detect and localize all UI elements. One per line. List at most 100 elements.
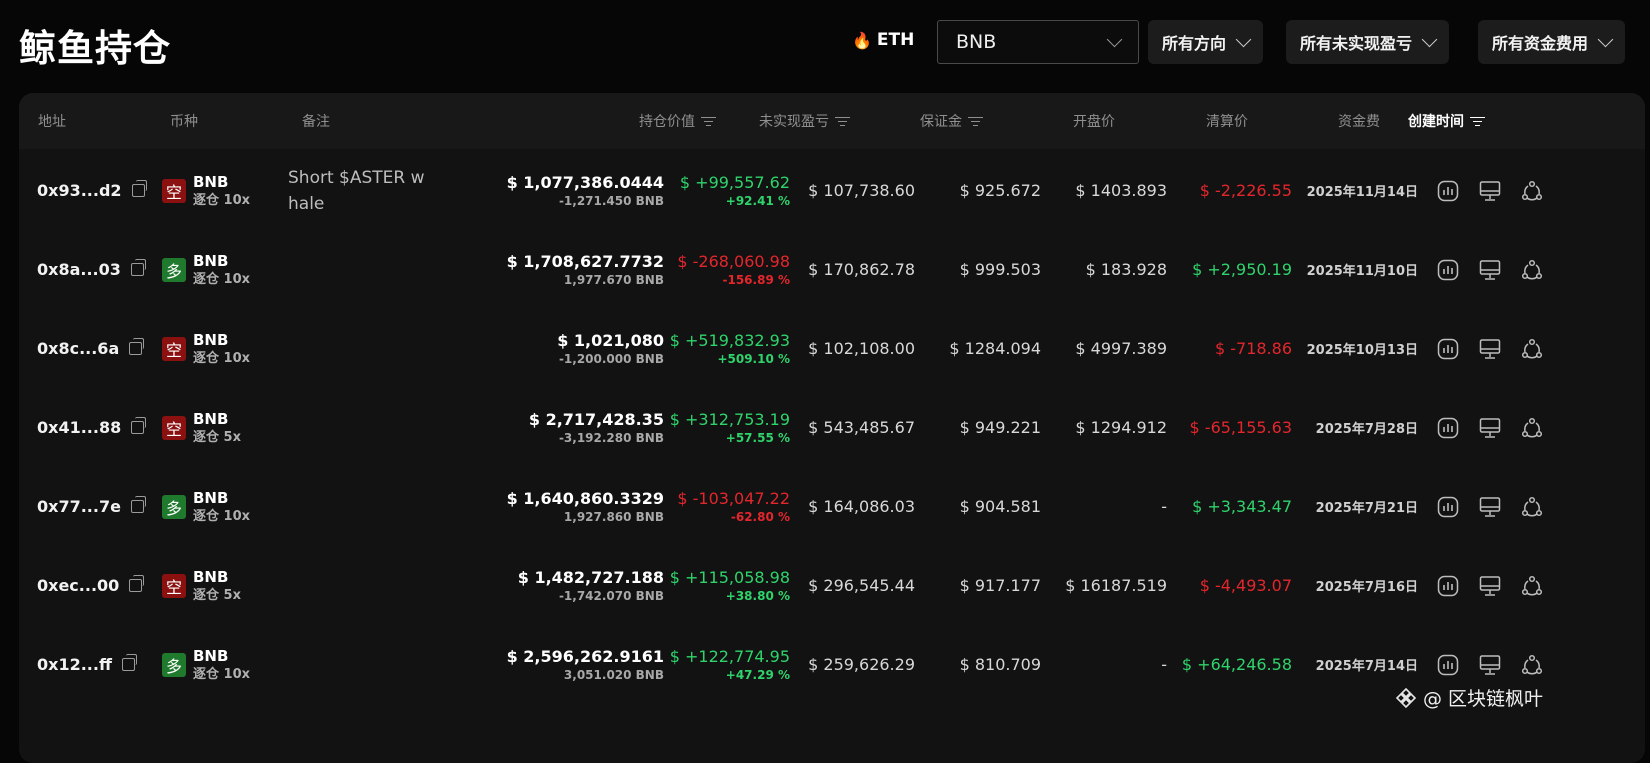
coin-cell: 多 BNB 逐仓 10x	[162, 465, 250, 548]
table-row[interactable]: 0xec...00 空 BNB 逐仓 5x $ 1,482,727.188 -1…	[19, 544, 1645, 627]
copy-icon[interactable]	[121, 654, 137, 671]
chevron-down-icon	[1421, 31, 1438, 47]
pnl-cell: $ +99,557.62 +92.41 %	[669, 149, 790, 232]
col-unrealized-pnl[interactable]: 未实现盈亏	[719, 93, 850, 149]
monitor-icon[interactable]	[1478, 179, 1502, 203]
liq-price-cell: -	[1045, 623, 1167, 706]
copy-icon[interactable]	[131, 180, 147, 197]
monitor-icon[interactable]	[1478, 258, 1502, 282]
pnl-cell: $ -103,047.22 -62.80 %	[669, 465, 790, 548]
position-value: $ 1,708,627.7732	[506, 251, 664, 271]
monitor-icon[interactable]	[1478, 337, 1502, 361]
address-link[interactable]: 0x12...ff	[37, 655, 112, 674]
address-link[interactable]: 0x93...d2	[37, 181, 122, 200]
chart-icon[interactable]	[1436, 495, 1460, 519]
pnl-value: $ +99,557.62	[679, 172, 790, 192]
pnl-percent: -156.89 %	[722, 272, 791, 287]
position-value-cell: $ 2,596,262.9161 3,051.020 BNB	[499, 623, 664, 706]
share-network-icon[interactable]	[1520, 416, 1544, 440]
position-value-cell: $ 1,482,727.188 -1,742.070 BNB	[499, 544, 664, 627]
diamond-logo-icon	[1395, 687, 1417, 708]
address-link[interactable]: 0x77...7e	[37, 497, 121, 516]
liq-price-value: -	[1161, 497, 1167, 516]
created-date: 2025年7月14日	[1315, 659, 1418, 674]
created-date: 2025年10月13日	[1306, 343, 1418, 358]
share-network-icon[interactable]	[1520, 179, 1544, 203]
table-row[interactable]: 0x41...88 空 BNB 逐仓 5x $ 2,717,428.35 -3,…	[19, 386, 1645, 469]
position-qty: -1,742.070 BNB	[558, 588, 664, 603]
chart-icon[interactable]	[1436, 337, 1460, 361]
address-link[interactable]: 0x41...88	[37, 418, 121, 437]
address-link[interactable]: 0x8a...03	[37, 260, 121, 279]
coin-cell: 空 BNB 逐仓 10x	[162, 307, 250, 390]
pnl-value: $ +519,832.93	[669, 330, 790, 350]
chart-icon[interactable]	[1436, 416, 1460, 440]
address-cell: 0x8a...03	[37, 228, 146, 311]
coin-symbol: BNB	[193, 567, 229, 586]
col-margin[interactable]: 保证金	[853, 93, 983, 149]
col-created-time[interactable]: 创建时间	[1408, 93, 1485, 149]
margin-cell: $ 296,545.44	[795, 544, 915, 627]
margin-cell: $ 170,862.78	[795, 228, 915, 311]
coin-select[interactable]: BNB	[937, 20, 1139, 64]
position-value-cell: $ 1,021,080 -1,200.000 BNB	[499, 307, 664, 390]
coin-select-value: BNB	[956, 31, 997, 53]
address-link[interactable]: 0x8c...6a	[37, 339, 119, 358]
monitor-icon[interactable]	[1478, 495, 1502, 519]
direction-filter[interactable]: 所有方向	[1148, 20, 1264, 64]
share-network-icon[interactable]	[1520, 337, 1544, 361]
leverage-label: 逐仓 5x	[193, 429, 241, 445]
chart-icon[interactable]	[1436, 574, 1460, 598]
position-value-cell: $ 1,640,860.3329 1,927.860 BNB	[499, 465, 664, 548]
funding-cell: $ -2,226.55	[1171, 149, 1292, 232]
funding-filter[interactable]: 所有资金费用	[1478, 20, 1626, 64]
note-cell	[288, 623, 428, 706]
share-network-icon[interactable]	[1520, 258, 1544, 282]
col-position-value[interactable]: 持仓价值	[499, 93, 716, 149]
margin-value: $ 107,738.60	[808, 181, 915, 200]
table-row[interactable]: 0x77...7e 多 BNB 逐仓 10x $ 1,640,860.3329	[19, 465, 1645, 548]
position-value: $ 2,596,262.9161	[506, 646, 664, 666]
funding-cell: $ -718.86	[1171, 307, 1292, 390]
position-value-cell: $ 2,717,428.35 -3,192.280 BNB	[499, 386, 664, 469]
eth-quick-filter[interactable]: 🔥 ETH	[852, 30, 914, 50]
table-row[interactable]: 0x8a...03 多 BNB 逐仓 10x $ 1,708,627.7732	[19, 228, 1645, 311]
created-time-cell: 2025年7月21日	[1295, 465, 1418, 548]
copy-icon[interactable]	[130, 496, 146, 513]
table-row[interactable]: 0x93...d2 空 BNB 逐仓 10x Short $ASTER w ha…	[19, 149, 1645, 232]
col-funding: 资金费	[1338, 114, 1380, 130]
share-network-icon[interactable]	[1520, 495, 1544, 519]
coin-cell: 多 BNB 逐仓 10x	[162, 623, 250, 706]
pnl-filter[interactable]: 所有未实现盈亏	[1286, 20, 1450, 64]
copy-icon[interactable]	[131, 417, 147, 434]
share-network-icon[interactable]	[1520, 574, 1544, 598]
chart-icon[interactable]	[1436, 179, 1460, 203]
copy-icon[interactable]	[130, 259, 146, 276]
monitor-icon[interactable]	[1478, 574, 1502, 598]
monitor-icon[interactable]	[1478, 416, 1502, 440]
direction-filter-label: 所有方向	[1162, 34, 1227, 53]
side-badge: 空	[162, 178, 186, 203]
copy-icon[interactable]	[129, 575, 145, 592]
eth-label: ETH	[876, 30, 915, 50]
created-date: 2025年7月16日	[1315, 580, 1418, 595]
chart-icon[interactable]	[1436, 653, 1460, 677]
chart-icon[interactable]	[1436, 258, 1460, 282]
monitor-icon[interactable]	[1478, 653, 1502, 677]
table-row[interactable]: 0x8c...6a 空 BNB 逐仓 10x $ 1,021,080 -1,20…	[19, 307, 1645, 390]
liq-price-cell: -	[1045, 465, 1167, 548]
margin-value: $ 102,108.00	[808, 339, 915, 358]
liq-price-value: $ 4997.389	[1075, 339, 1167, 358]
coin-symbol: BNB	[193, 251, 229, 270]
open-price-cell: $ 810.709	[919, 623, 1041, 706]
pnl-percent: +47.29 %	[725, 667, 790, 682]
share-network-icon[interactable]	[1520, 653, 1544, 677]
open-price-value: $ 917.177	[959, 576, 1041, 595]
funding-cell: $ +3,343.47	[1171, 465, 1292, 548]
copy-icon[interactable]	[129, 338, 145, 355]
pnl-value: $ +312,753.19	[669, 409, 790, 429]
position-qty: -1,271.450 BNB	[558, 193, 664, 208]
address-link[interactable]: 0xec...00	[37, 576, 119, 595]
funding-cell: $ -65,155.63	[1171, 386, 1292, 469]
pnl-value: $ +115,058.98	[669, 567, 790, 587]
